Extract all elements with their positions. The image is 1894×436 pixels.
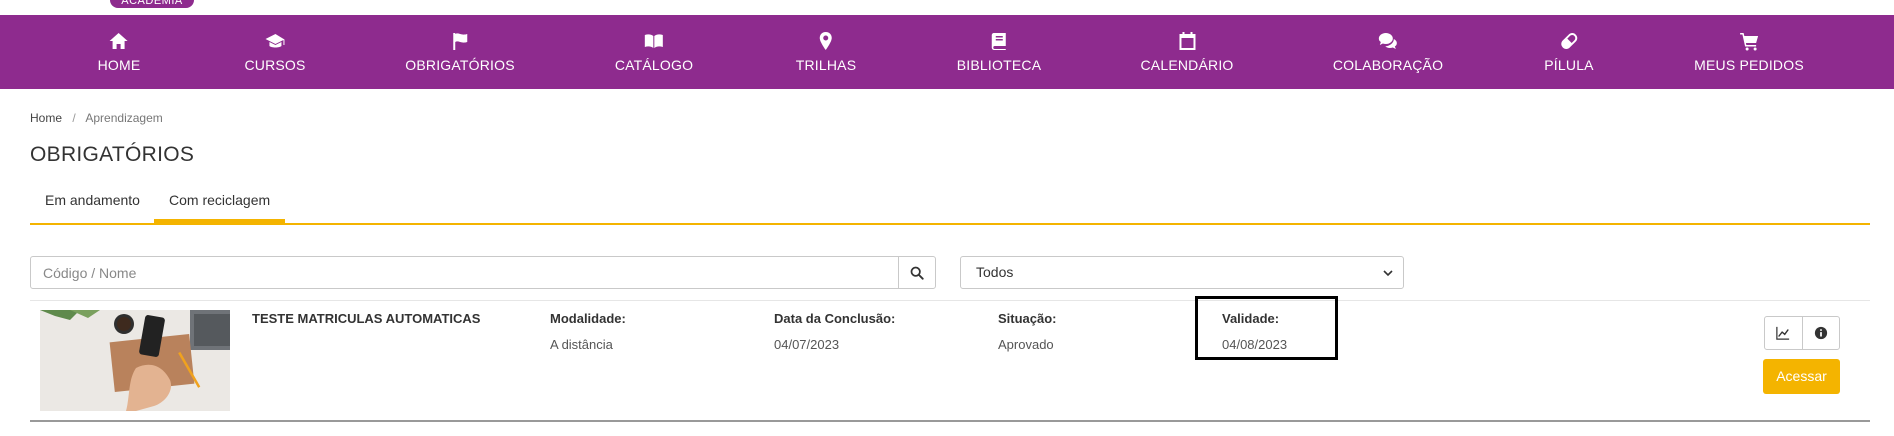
breadcrumb-separator: / [72,111,76,125]
list-bottom-divider [30,420,1870,422]
nav-item-catalogo[interactable]: CATÁLOGO [615,15,693,89]
nav-item-obrigatorios[interactable]: OBRIGATÓRIOS [405,15,515,89]
nav-item-label: MEUS PEDIDOS [1694,57,1804,73]
breadcrumb-home-link[interactable]: Home [30,111,62,125]
calendar-icon [1179,32,1195,50]
search-input[interactable] [31,257,901,288]
home-icon [110,33,128,49]
nav-item-colaboracao[interactable]: COLABORAÇÃO [1333,15,1443,89]
nav-item-calendario[interactable]: CALENDÁRIO [1140,15,1233,89]
nav-item-label: HOME [97,57,141,73]
field-value: 04/07/2023 [774,337,840,352]
field-modalidade: Modalidade: A distância [550,311,626,352]
chevron-down-icon [1383,270,1393,277]
nav-item-label: TRILHAS [795,57,857,73]
comments-icon [1379,33,1397,49]
list-divider [30,300,1870,301]
course-title: TESTE MATRICULAS AUTOMATICAS [252,311,481,326]
search-box [30,256,936,289]
breadcrumb: Home / Aprendizagem [30,111,163,125]
field-value: A distância [550,337,613,352]
brand-logo[interactable]: ACADEMIA [110,0,194,8]
nav-item-trilhas[interactable]: TRILHAS [796,15,857,89]
nav-item-label: CURSOS [244,57,306,73]
nav-item-biblioteca[interactable]: BIBLIOTECA [957,15,1041,89]
top-strip: ACADEMIA [0,0,1894,15]
tab-bar: Em andamento Com reciclagem [30,188,1870,225]
info-button[interactable] [1801,317,1840,349]
line-chart-icon [1776,326,1790,340]
field-label: Modalidade: [550,311,626,326]
nav-item-meus-pedidos[interactable]: MEUS PEDIDOS [1694,15,1804,89]
course-action-group [1764,316,1840,350]
main-navbar: HOME CURSOS OBRIGATÓRIOS CATÁLOGO TRILHA… [0,15,1894,89]
tab-com-reciclagem[interactable]: Com reciclagem [154,188,286,223]
nav-item-label: CALENDÁRIO [1140,57,1234,73]
pill-icon [1560,33,1577,49]
access-button[interactable]: Acessar [1763,359,1840,394]
nav-item-label: BIBLIOTECA [956,57,1042,73]
validade-highlight-box [1195,296,1338,360]
nav-item-label: CATÁLOGO [614,57,694,73]
field-situacao: Situação: Aprovado [998,311,1057,352]
page-title: OBRIGATÓRIOS [30,143,195,166]
status-filter-select[interactable]: Todos [960,256,1404,289]
field-value: Aprovado [998,337,1054,352]
search-icon [910,266,924,280]
breadcrumb-current: Aprendizagem [85,111,163,125]
search-button[interactable] [898,257,935,288]
shopping-cart-icon [1739,33,1758,51]
course-thumbnail [40,310,230,411]
field-data-conclusao: Data da Conclusão: 04/07/2023 [774,311,895,352]
nav-item-label: PÍLULA [1544,57,1594,73]
book-icon [992,33,1006,50]
nav-item-home[interactable]: HOME [98,15,141,89]
nav-item-label: COLABORAÇÃO [1332,57,1444,73]
info-icon [1814,326,1827,340]
graduation-cap-icon [264,34,284,48]
open-book-icon [644,34,663,48]
progress-chart-button[interactable] [1765,317,1802,349]
nav-item-cursos[interactable]: CURSOS [244,15,305,89]
course-thumbnail-image [40,310,230,411]
status-filter-value: Todos [976,264,1014,280]
tab-em-andamento[interactable]: Em andamento [30,188,155,221]
field-label: Situação: [998,311,1057,326]
field-label: Data da Conclusão: [774,311,896,326]
nav-item-label: OBRIGATÓRIOS [405,57,515,73]
flag-icon [453,33,467,50]
nav-item-pilula[interactable]: PÍLULA [1544,15,1594,89]
map-marker-icon [820,32,832,50]
